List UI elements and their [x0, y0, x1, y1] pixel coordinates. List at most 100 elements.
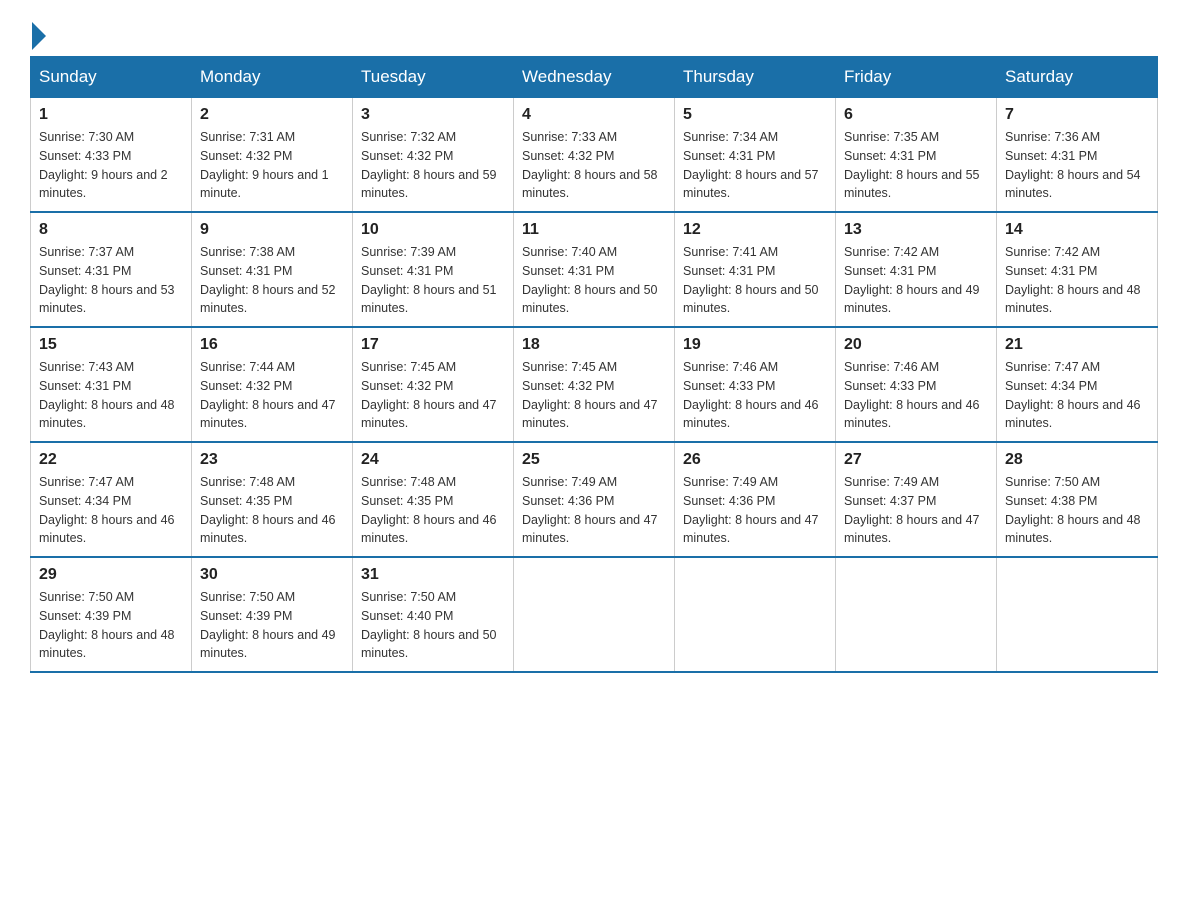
day-info: Sunrise: 7:48 AM Sunset: 4:35 PM Dayligh…	[361, 473, 505, 548]
calendar-table: SundayMondayTuesdayWednesdayThursdayFrid…	[30, 56, 1158, 673]
day-number: 29	[39, 566, 183, 584]
day-info: Sunrise: 7:49 AM Sunset: 4:36 PM Dayligh…	[522, 473, 666, 548]
day-number: 1	[39, 106, 183, 124]
day-number: 5	[683, 106, 827, 124]
calendar-cell: 8 Sunrise: 7:37 AM Sunset: 4:31 PM Dayli…	[31, 212, 192, 327]
day-number: 18	[522, 336, 666, 354]
day-info: Sunrise: 7:47 AM Sunset: 4:34 PM Dayligh…	[1005, 358, 1149, 433]
calendar-cell: 4 Sunrise: 7:33 AM Sunset: 4:32 PM Dayli…	[514, 98, 675, 213]
calendar-cell: 3 Sunrise: 7:32 AM Sunset: 4:32 PM Dayli…	[353, 98, 514, 213]
calendar-cell: 7 Sunrise: 7:36 AM Sunset: 4:31 PM Dayli…	[997, 98, 1158, 213]
day-number: 3	[361, 106, 505, 124]
day-number: 31	[361, 566, 505, 584]
day-info: Sunrise: 7:32 AM Sunset: 4:32 PM Dayligh…	[361, 128, 505, 203]
day-number: 10	[361, 221, 505, 239]
day-number: 27	[844, 451, 988, 469]
header-saturday: Saturday	[997, 57, 1158, 98]
day-info: Sunrise: 7:37 AM Sunset: 4:31 PM Dayligh…	[39, 243, 183, 318]
calendar-week-row: 15 Sunrise: 7:43 AM Sunset: 4:31 PM Dayl…	[31, 327, 1158, 442]
header-wednesday: Wednesday	[514, 57, 675, 98]
calendar-week-row: 29 Sunrise: 7:50 AM Sunset: 4:39 PM Dayl…	[31, 557, 1158, 672]
calendar-cell: 10 Sunrise: 7:39 AM Sunset: 4:31 PM Dayl…	[353, 212, 514, 327]
calendar-cell	[514, 557, 675, 672]
day-number: 6	[844, 106, 988, 124]
calendar-cell: 14 Sunrise: 7:42 AM Sunset: 4:31 PM Dayl…	[997, 212, 1158, 327]
day-info: Sunrise: 7:50 AM Sunset: 4:39 PM Dayligh…	[39, 588, 183, 663]
calendar-cell: 9 Sunrise: 7:38 AM Sunset: 4:31 PM Dayli…	[192, 212, 353, 327]
calendar-week-row: 8 Sunrise: 7:37 AM Sunset: 4:31 PM Dayli…	[31, 212, 1158, 327]
day-info: Sunrise: 7:36 AM Sunset: 4:31 PM Dayligh…	[1005, 128, 1149, 203]
day-info: Sunrise: 7:46 AM Sunset: 4:33 PM Dayligh…	[844, 358, 988, 433]
calendar-cell: 23 Sunrise: 7:48 AM Sunset: 4:35 PM Dayl…	[192, 442, 353, 557]
day-info: Sunrise: 7:50 AM Sunset: 4:38 PM Dayligh…	[1005, 473, 1149, 548]
day-number: 21	[1005, 336, 1149, 354]
day-info: Sunrise: 7:31 AM Sunset: 4:32 PM Dayligh…	[200, 128, 344, 203]
header-friday: Friday	[836, 57, 997, 98]
day-number: 7	[1005, 106, 1149, 124]
day-info: Sunrise: 7:45 AM Sunset: 4:32 PM Dayligh…	[522, 358, 666, 433]
calendar-cell: 16 Sunrise: 7:44 AM Sunset: 4:32 PM Dayl…	[192, 327, 353, 442]
day-number: 28	[1005, 451, 1149, 469]
day-info: Sunrise: 7:35 AM Sunset: 4:31 PM Dayligh…	[844, 128, 988, 203]
day-number: 26	[683, 451, 827, 469]
header-sunday: Sunday	[31, 57, 192, 98]
day-number: 11	[522, 221, 666, 239]
day-info: Sunrise: 7:48 AM Sunset: 4:35 PM Dayligh…	[200, 473, 344, 548]
header-thursday: Thursday	[675, 57, 836, 98]
calendar-cell: 24 Sunrise: 7:48 AM Sunset: 4:35 PM Dayl…	[353, 442, 514, 557]
calendar-cell: 27 Sunrise: 7:49 AM Sunset: 4:37 PM Dayl…	[836, 442, 997, 557]
day-info: Sunrise: 7:40 AM Sunset: 4:31 PM Dayligh…	[522, 243, 666, 318]
day-info: Sunrise: 7:41 AM Sunset: 4:31 PM Dayligh…	[683, 243, 827, 318]
calendar-header-row: SundayMondayTuesdayWednesdayThursdayFrid…	[31, 57, 1158, 98]
calendar-cell: 15 Sunrise: 7:43 AM Sunset: 4:31 PM Dayl…	[31, 327, 192, 442]
page-header	[30, 20, 1158, 46]
logo	[30, 20, 46, 46]
day-number: 9	[200, 221, 344, 239]
day-number: 23	[200, 451, 344, 469]
day-info: Sunrise: 7:46 AM Sunset: 4:33 PM Dayligh…	[683, 358, 827, 433]
calendar-cell: 26 Sunrise: 7:49 AM Sunset: 4:36 PM Dayl…	[675, 442, 836, 557]
calendar-cell: 2 Sunrise: 7:31 AM Sunset: 4:32 PM Dayli…	[192, 98, 353, 213]
calendar-cell: 12 Sunrise: 7:41 AM Sunset: 4:31 PM Dayl…	[675, 212, 836, 327]
calendar-cell: 25 Sunrise: 7:49 AM Sunset: 4:36 PM Dayl…	[514, 442, 675, 557]
day-info: Sunrise: 7:47 AM Sunset: 4:34 PM Dayligh…	[39, 473, 183, 548]
calendar-cell: 6 Sunrise: 7:35 AM Sunset: 4:31 PM Dayli…	[836, 98, 997, 213]
calendar-cell: 28 Sunrise: 7:50 AM Sunset: 4:38 PM Dayl…	[997, 442, 1158, 557]
calendar-cell: 19 Sunrise: 7:46 AM Sunset: 4:33 PM Dayl…	[675, 327, 836, 442]
day-number: 4	[522, 106, 666, 124]
day-info: Sunrise: 7:30 AM Sunset: 4:33 PM Dayligh…	[39, 128, 183, 203]
calendar-week-row: 1 Sunrise: 7:30 AM Sunset: 4:33 PM Dayli…	[31, 98, 1158, 213]
day-number: 14	[1005, 221, 1149, 239]
calendar-cell	[997, 557, 1158, 672]
day-number: 22	[39, 451, 183, 469]
day-info: Sunrise: 7:39 AM Sunset: 4:31 PM Dayligh…	[361, 243, 505, 318]
day-number: 13	[844, 221, 988, 239]
day-number: 30	[200, 566, 344, 584]
calendar-cell: 20 Sunrise: 7:46 AM Sunset: 4:33 PM Dayl…	[836, 327, 997, 442]
calendar-cell	[675, 557, 836, 672]
calendar-cell: 17 Sunrise: 7:45 AM Sunset: 4:32 PM Dayl…	[353, 327, 514, 442]
calendar-cell: 11 Sunrise: 7:40 AM Sunset: 4:31 PM Dayl…	[514, 212, 675, 327]
day-info: Sunrise: 7:49 AM Sunset: 4:36 PM Dayligh…	[683, 473, 827, 548]
calendar-cell: 21 Sunrise: 7:47 AM Sunset: 4:34 PM Dayl…	[997, 327, 1158, 442]
calendar-cell: 1 Sunrise: 7:30 AM Sunset: 4:33 PM Dayli…	[31, 98, 192, 213]
day-info: Sunrise: 7:44 AM Sunset: 4:32 PM Dayligh…	[200, 358, 344, 433]
day-number: 12	[683, 221, 827, 239]
calendar-cell: 22 Sunrise: 7:47 AM Sunset: 4:34 PM Dayl…	[31, 442, 192, 557]
day-number: 17	[361, 336, 505, 354]
calendar-cell: 18 Sunrise: 7:45 AM Sunset: 4:32 PM Dayl…	[514, 327, 675, 442]
day-number: 16	[200, 336, 344, 354]
day-info: Sunrise: 7:34 AM Sunset: 4:31 PM Dayligh…	[683, 128, 827, 203]
day-number: 15	[39, 336, 183, 354]
day-number: 19	[683, 336, 827, 354]
header-tuesday: Tuesday	[353, 57, 514, 98]
calendar-cell: 29 Sunrise: 7:50 AM Sunset: 4:39 PM Dayl…	[31, 557, 192, 672]
calendar-cell: 30 Sunrise: 7:50 AM Sunset: 4:39 PM Dayl…	[192, 557, 353, 672]
day-number: 2	[200, 106, 344, 124]
day-info: Sunrise: 7:42 AM Sunset: 4:31 PM Dayligh…	[844, 243, 988, 318]
calendar-cell: 13 Sunrise: 7:42 AM Sunset: 4:31 PM Dayl…	[836, 212, 997, 327]
day-info: Sunrise: 7:50 AM Sunset: 4:39 PM Dayligh…	[200, 588, 344, 663]
day-number: 8	[39, 221, 183, 239]
header-monday: Monday	[192, 57, 353, 98]
calendar-week-row: 22 Sunrise: 7:47 AM Sunset: 4:34 PM Dayl…	[31, 442, 1158, 557]
